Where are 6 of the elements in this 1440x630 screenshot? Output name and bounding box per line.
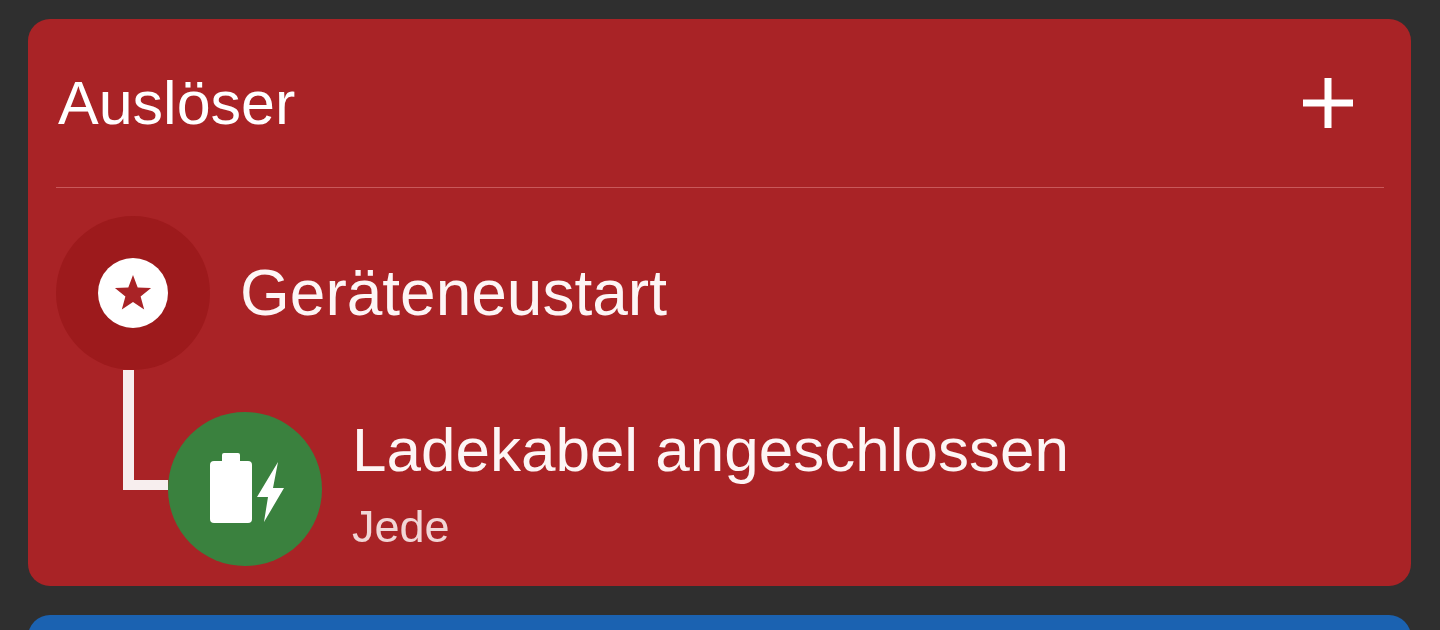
trigger-label: Ladekabel angeschlossen	[352, 414, 1069, 486]
add-button[interactable]	[1303, 78, 1353, 128]
panel-title: Auslöser	[58, 68, 296, 138]
plus-icon	[1303, 78, 1353, 128]
trigger-detail: Jede	[352, 501, 451, 553]
trigger-label: Geräteneustart	[240, 256, 667, 330]
